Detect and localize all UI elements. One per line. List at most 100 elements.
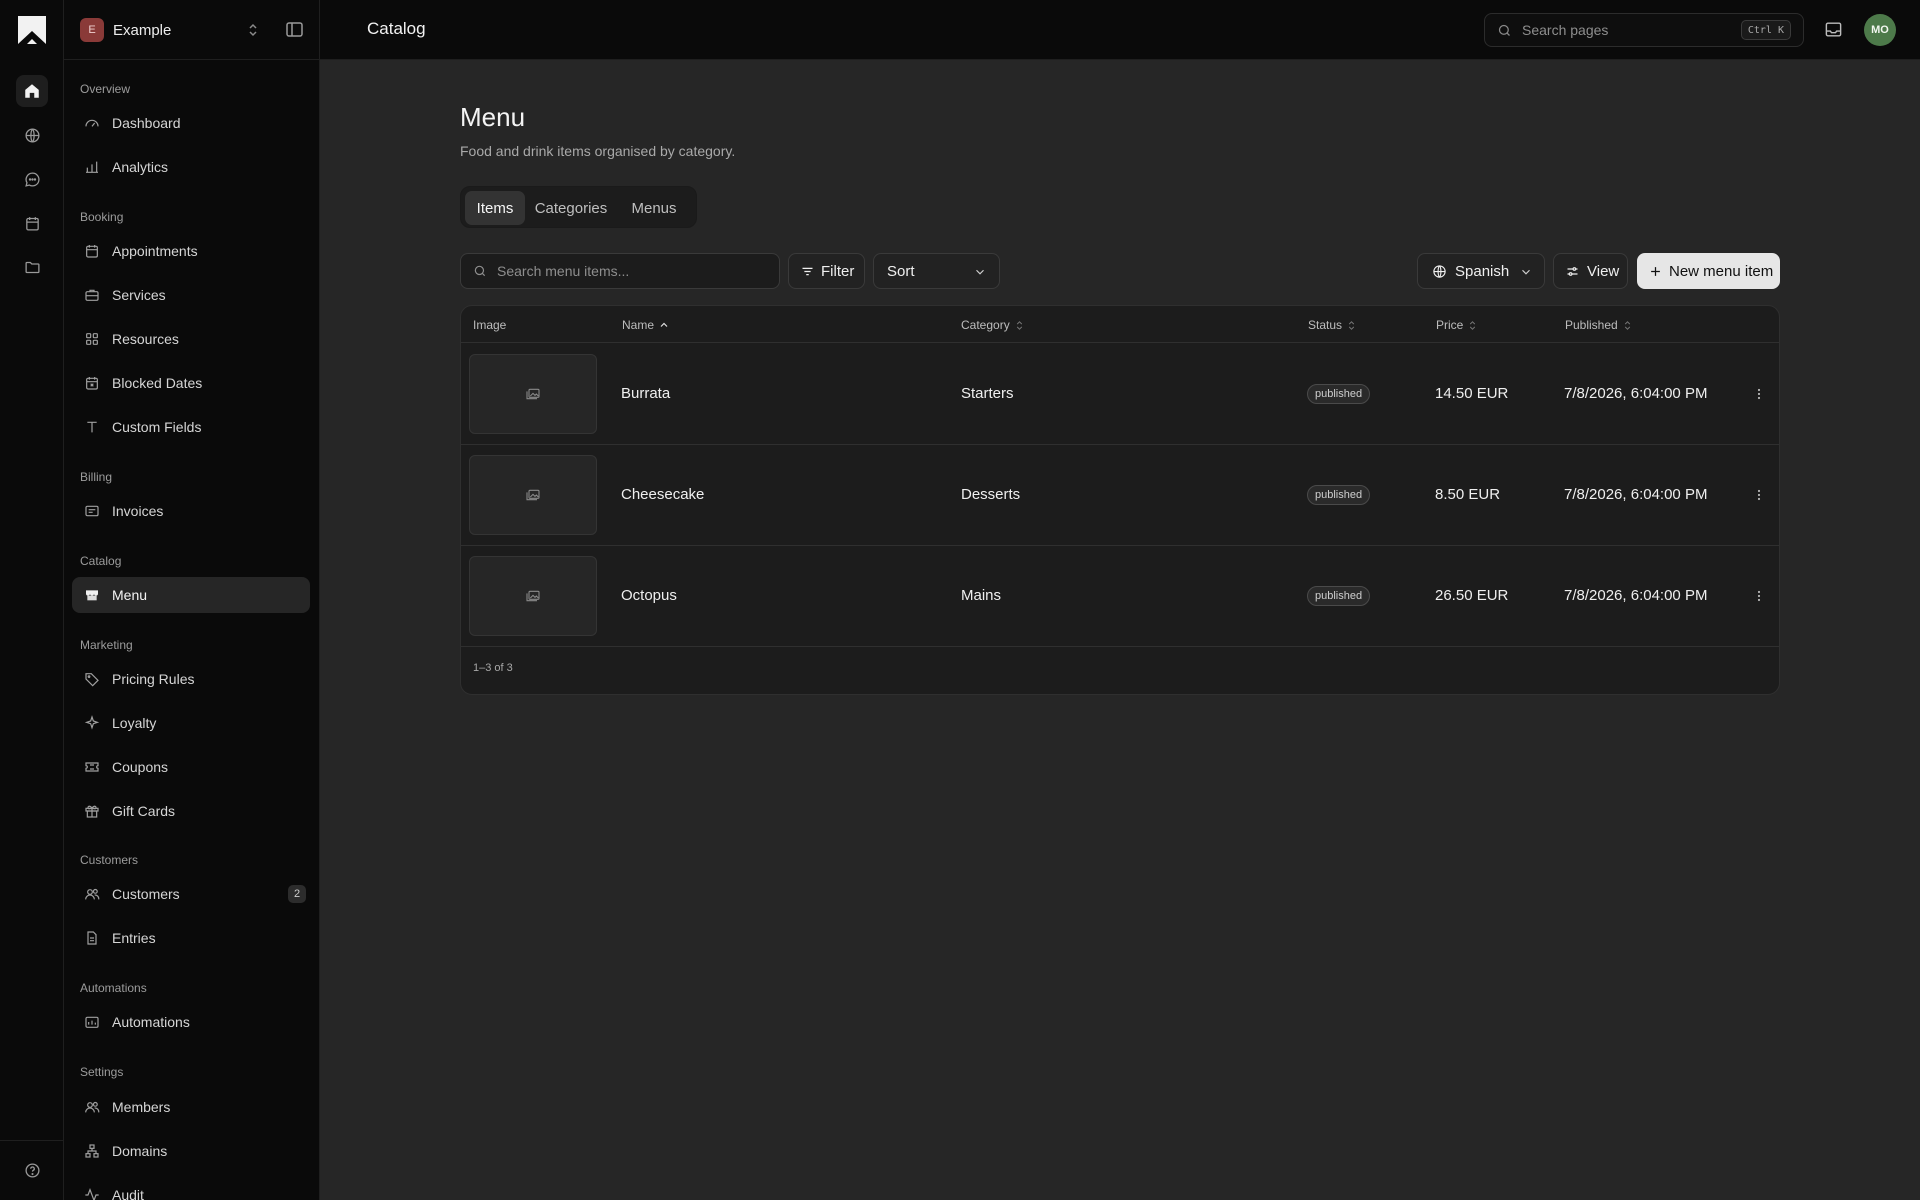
help-icon[interactable] [16, 1154, 48, 1186]
new-menu-item-button[interactable]: New menu item [1637, 253, 1780, 289]
chevron-down-icon [1519, 265, 1533, 279]
sort-ascending-icon [660, 322, 668, 327]
item-name[interactable]: Burrata [621, 385, 670, 402]
sidebar-item-label: Coupons [112, 759, 169, 775]
tab-items[interactable]: Items [465, 191, 525, 225]
global-search[interactable]: Search pages Ctrl K [1484, 13, 1804, 47]
app-logo-icon[interactable] [18, 16, 46, 44]
sidebar-item-audit[interactable]: Audit [72, 1177, 310, 1200]
column-header-published[interactable]: Published [1565, 318, 1633, 332]
network-icon [84, 1143, 100, 1159]
image-icon [526, 489, 540, 501]
activity-icon [84, 1187, 100, 1200]
column-header-status[interactable]: Status [1308, 318, 1357, 332]
folder-icon[interactable] [16, 251, 48, 283]
sort-icon [1470, 320, 1476, 330]
more-actions-icon[interactable] [1751, 487, 1767, 503]
sidebar-item-coupons[interactable]: Coupons [72, 749, 310, 785]
sidebar-item-invoices[interactable]: Invoices [72, 493, 310, 529]
column-header-name[interactable]: Name [622, 318, 670, 332]
chat-icon[interactable] [16, 163, 48, 195]
document-icon [84, 930, 100, 946]
workspace-switcher[interactable]: E Example [80, 16, 304, 44]
sidebar-item-analytics[interactable]: Analytics [72, 149, 310, 185]
column-header-price[interactable]: Price [1436, 318, 1478, 332]
sidebar-item-label: Analytics [112, 159, 169, 175]
view-button[interactable]: View [1553, 253, 1628, 289]
item-category: Desserts [961, 486, 1021, 503]
sort-select[interactable]: Sort [873, 253, 1000, 289]
ticket-icon [84, 759, 100, 775]
calendar-icon[interactable] [16, 207, 48, 239]
sidebar-item-loyalty[interactable]: Loyalty [72, 705, 310, 741]
item-price: 14.50 EUR [1435, 385, 1509, 402]
receipt-icon [84, 503, 100, 519]
group-label-automations: Automations [80, 981, 147, 995]
sidebar-item-label: Pricing Rules [112, 671, 195, 687]
sort-label: Sort [887, 262, 915, 280]
sidebar: E Example Overview Dashboard Analytics B… [64, 0, 320, 1200]
sidebar-item-label: Menu [112, 587, 148, 603]
item-name[interactable]: Cheesecake [621, 486, 704, 503]
keyboard-shortcut-hint: Ctrl K [1740, 20, 1791, 40]
filter-label: Filter [821, 262, 855, 280]
sidebar-item-members[interactable]: Members [72, 1089, 310, 1125]
sidebar-item-label: Appointments [112, 243, 198, 259]
sidebar-item-blocked-dates[interactable]: Blocked Dates [72, 365, 310, 401]
sidebar-item-menu[interactable]: Menu [72, 577, 310, 613]
workspace-name: Example [113, 21, 172, 39]
chevron-down-icon [973, 265, 987, 279]
image-placeholder[interactable] [469, 556, 597, 636]
status-badge: published [1307, 384, 1371, 404]
sidebar-item-customers[interactable]: Customers 2 [72, 876, 310, 912]
table-row[interactable]: Cheesecake Desserts published 8.50 EUR 7… [461, 445, 1779, 546]
language-select[interactable]: Spanish [1417, 253, 1545, 289]
group-label-settings: Settings [80, 1065, 124, 1079]
inbox-icon[interactable] [1824, 20, 1843, 39]
rail-divider [0, 1140, 64, 1141]
user-avatar[interactable]: MO [1864, 14, 1896, 46]
sidebar-item-services[interactable]: Services [72, 277, 310, 313]
sidebar-item-pricing-rules[interactable]: Pricing Rules [72, 661, 310, 697]
sidebar-item-custom-fields[interactable]: Custom Fields [72, 409, 310, 445]
sidebar-item-label: Automations [112, 1014, 190, 1030]
more-actions-icon[interactable] [1751, 588, 1767, 604]
sidebar-item-appointments[interactable]: Appointments [72, 233, 310, 269]
sidebar-item-label: Gift Cards [112, 803, 176, 819]
image-placeholder[interactable] [469, 354, 597, 434]
item-category: Starters [961, 385, 1014, 402]
grid-icon [84, 331, 100, 347]
sidebar-item-label: Dashboard [112, 115, 181, 131]
column-header-category[interactable]: Category [961, 318, 1025, 332]
group-label-billing: Billing [80, 470, 113, 484]
filter-button[interactable]: Filter [788, 253, 865, 289]
sidebar-toggle-icon[interactable] [286, 22, 303, 37]
page-title: Menu [460, 102, 526, 132]
table-row[interactable]: Burrata Starters published 14.50 EUR 7/8… [461, 344, 1779, 445]
sidebar-item-entries[interactable]: Entries [72, 920, 310, 956]
sidebar-item-gift-cards[interactable]: Gift Cards [72, 793, 310, 829]
globe-icon[interactable] [16, 119, 48, 151]
menu-search-field[interactable] [460, 253, 780, 289]
item-name[interactable]: Octopus [621, 587, 677, 604]
tab-menus[interactable]: Menus [617, 191, 691, 225]
table-row[interactable]: Octopus Mains published 26.50 EUR 7/8/20… [461, 546, 1779, 647]
more-actions-icon[interactable] [1751, 386, 1767, 402]
global-search-placeholder: Search pages [1522, 22, 1609, 38]
sort-icon [1348, 320, 1355, 330]
sidebar-divider [64, 59, 319, 60]
sidebar-item-resources[interactable]: Resources [72, 321, 310, 357]
top-bar: Catalog Search pages Ctrl K MO [320, 0, 1920, 60]
sidebar-item-dashboard[interactable]: Dashboard [72, 105, 310, 141]
sidebar-item-domains[interactable]: Domains [72, 1133, 310, 1169]
sort-icon [1624, 320, 1630, 330]
menu-search-input[interactable] [497, 263, 767, 279]
sidebar-item-label: Members [112, 1099, 171, 1115]
sidebar-item-label: Blocked Dates [112, 375, 203, 391]
home-icon[interactable] [16, 75, 48, 107]
tab-categories[interactable]: Categories [529, 191, 613, 225]
group-label-overview: Overview [80, 82, 131, 96]
image-placeholder[interactable] [469, 455, 597, 535]
sidebar-item-automations[interactable]: Automations [72, 1004, 310, 1040]
page-section-title: Catalog [367, 19, 426, 38]
